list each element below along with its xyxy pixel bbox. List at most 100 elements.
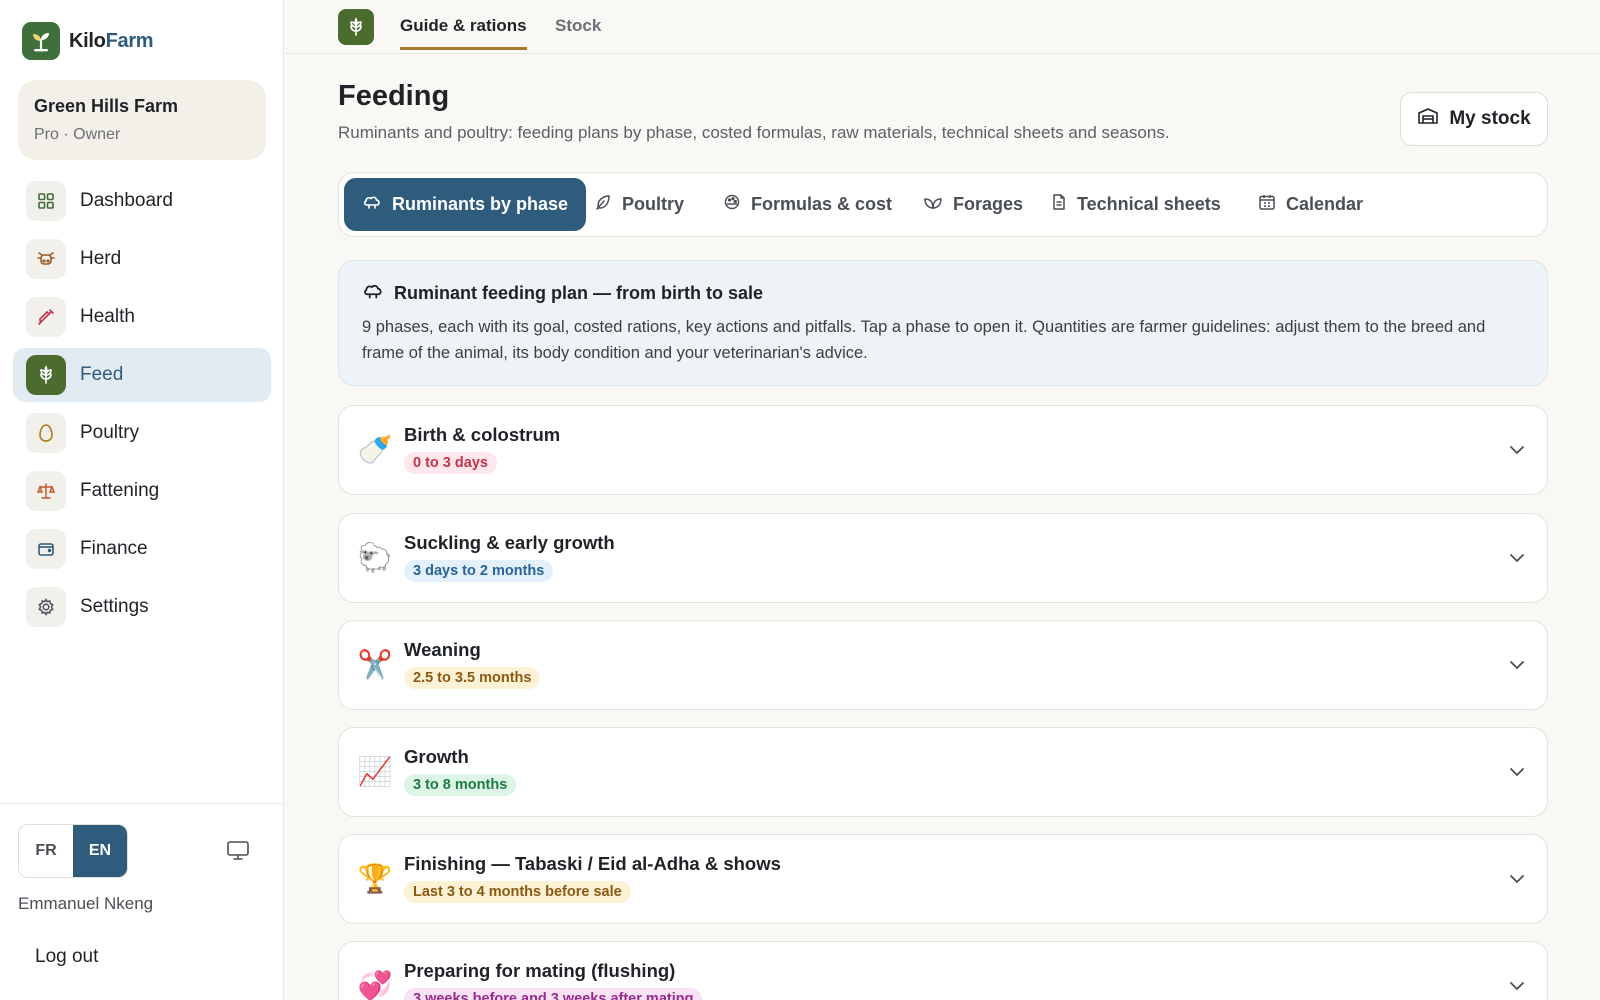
egg-icon xyxy=(26,413,66,453)
topbar: Guide & rations Stock xyxy=(285,0,1600,54)
subtab-formulas-cost[interactable]: Formulas & cost xyxy=(705,178,910,231)
phase-badge: 3 weeks before and 3 weeks after mating xyxy=(404,988,703,1000)
subtab-label: Ruminants by phase xyxy=(392,194,569,214)
page-subtitle: Ruminants and poultry: feeding plans by … xyxy=(338,123,1170,142)
language-toggle: FR EN xyxy=(18,824,128,878)
sprout-logo-icon xyxy=(22,22,60,60)
chevron-down-icon xyxy=(1510,661,1524,670)
subtab-poultry[interactable]: Poultry xyxy=(576,178,702,231)
chevron-down-icon xyxy=(1510,554,1524,563)
subtab-ruminants-by-phase[interactable]: Ruminants by phase xyxy=(344,178,587,231)
sidebar-item-label: Fattening xyxy=(80,480,160,501)
subtab-label: Calendar xyxy=(1286,194,1364,214)
my-stock-label: My stock xyxy=(1449,108,1531,129)
cow-icon xyxy=(26,239,66,279)
page-title: Feeding xyxy=(338,80,450,112)
grid-icon xyxy=(26,181,66,221)
wallet-icon xyxy=(26,529,66,569)
calendar-icon xyxy=(1258,193,1276,216)
tab-stock[interactable]: Stock xyxy=(555,16,601,47)
feeding-subtabs: Ruminants by phase Poultry Formulas & co… xyxy=(338,172,1548,237)
phase-title: Suckling & early growth xyxy=(404,532,615,553)
sidebar-item-label: Dashboard xyxy=(80,190,173,211)
trophy-icon: 🏆 xyxy=(357,863,393,894)
lang-en-button[interactable]: EN xyxy=(73,825,127,877)
phase-title: Weaning xyxy=(404,639,481,660)
farm-name: Green Hills Farm xyxy=(34,96,179,116)
sidebar-item-dashboard[interactable]: Dashboard xyxy=(13,174,271,228)
chart-up-icon: 📈 xyxy=(357,756,393,787)
feather-icon xyxy=(594,193,612,216)
chevron-down-icon xyxy=(1510,982,1524,991)
sidebar-item-settings[interactable]: Settings xyxy=(13,580,271,634)
monitor-icon[interactable] xyxy=(226,840,252,862)
brand[interactable]: KiloFarm xyxy=(22,22,154,60)
phase-title: Preparing for mating (flushing) xyxy=(404,960,676,981)
cloud-icon xyxy=(362,193,382,216)
warehouse-icon xyxy=(1417,107,1439,131)
phase-badge: Last 3 to 4 months before sale xyxy=(404,881,631,903)
chevron-down-icon xyxy=(1510,446,1524,455)
leaf-icon xyxy=(923,193,943,216)
farm-selector[interactable]: Green Hills Farm Pro · Owner xyxy=(18,80,266,160)
syringe-icon xyxy=(26,297,66,337)
cloud-icon xyxy=(362,281,384,306)
info-text: 9 phases, each with its goal, costed rat… xyxy=(362,318,1486,362)
ruminant-plan-info: Ruminant feeding plan — from birth to sa… xyxy=(338,260,1548,386)
phase-badge: 3 days to 2 months xyxy=(404,560,554,582)
subtab-forages[interactable]: Forages xyxy=(905,178,1041,231)
sidebar-item-poultry[interactable]: Poultry xyxy=(13,406,271,460)
phase-title: Birth & colostrum xyxy=(404,424,561,445)
info-title: Ruminant feeding plan — from birth to sa… xyxy=(362,281,1524,306)
phase-badge: 2.5 to 3.5 months xyxy=(404,667,541,689)
subtab-calendar[interactable]: Calendar xyxy=(1240,178,1381,231)
phase-card-flushing[interactable]: 💞 Preparing for mating (flushing) 3 week… xyxy=(338,941,1548,1000)
subtab-technical-sheets[interactable]: Technical sheets xyxy=(1033,178,1239,231)
sheep-icon: 🐑 xyxy=(357,542,393,573)
user-name: Emmanuel Nkeng xyxy=(18,894,154,913)
sidebar-item-fattening[interactable]: Fattening xyxy=(13,464,271,518)
chevron-down-icon xyxy=(1510,875,1524,884)
logout-button[interactable]: Log out xyxy=(35,946,98,968)
info-title-text: Ruminant feeding plan — from birth to sa… xyxy=(394,283,764,303)
phase-card-finishing[interactable]: 🏆 Finishing — Tabaski / Eid al-Adha & sh… xyxy=(338,834,1548,924)
subtab-label: Formulas & cost xyxy=(751,194,893,214)
gear-icon xyxy=(26,587,66,627)
subtab-label: Poultry xyxy=(622,194,685,214)
subtab-label: Forages xyxy=(953,194,1024,214)
hearts-icon: 💞 xyxy=(357,970,393,1000)
phase-card-weaning[interactable]: ✂️ Weaning 2.5 to 3.5 months xyxy=(338,620,1548,710)
sidebar-item-health[interactable]: Health xyxy=(13,290,271,344)
phase-card-suckling[interactable]: 🐑 Suckling & early growth 3 days to 2 mo… xyxy=(338,513,1548,603)
chevron-down-icon xyxy=(1510,768,1524,777)
sidebar-item-label: Poultry xyxy=(80,422,140,443)
sidebar-nav: Dashboard Herd Health Feed Poultry Fatte… xyxy=(13,174,271,638)
sidebar-item-label: Feed xyxy=(80,364,124,385)
my-stock-button[interactable]: My stock xyxy=(1400,92,1548,146)
scissors-icon: ✂️ xyxy=(357,649,393,680)
sidebar-item-finance[interactable]: Finance xyxy=(13,522,271,576)
sidebar-footer: FR EN Emmanuel Nkeng Log out xyxy=(0,803,284,1000)
phase-badge: 3 to 8 months xyxy=(404,774,517,796)
scale-icon xyxy=(26,471,66,511)
palette-icon xyxy=(723,193,741,216)
phase-card-birth-colostrum[interactable]: 🍼 Birth & colostrum 0 to 3 days xyxy=(338,405,1548,495)
sidebar-item-label: Health xyxy=(80,306,135,327)
lang-fr-button[interactable]: FR xyxy=(19,825,73,877)
phase-title: Finishing — Tabaski / Eid al-Adha & show… xyxy=(404,853,781,874)
baby-bottle-icon: 🍼 xyxy=(357,434,393,465)
wheat-icon xyxy=(26,355,66,395)
sidebar-item-feed[interactable]: Feed xyxy=(13,348,271,402)
tab-guide-rations[interactable]: Guide & rations xyxy=(400,16,527,50)
document-icon xyxy=(1051,193,1067,216)
sidebar-item-label: Settings xyxy=(80,596,149,617)
wheat-icon xyxy=(338,9,374,45)
sidebar-item-label: Finance xyxy=(80,538,148,559)
sidebar-item-herd[interactable]: Herd xyxy=(13,232,271,286)
sidebar-item-label: Herd xyxy=(80,248,122,269)
sidebar: KiloFarm Green Hills Farm Pro · Owner Da… xyxy=(0,0,284,1000)
brand-name: KiloFarm xyxy=(69,29,154,52)
phase-card-growth[interactable]: 📈 Growth 3 to 8 months xyxy=(338,727,1548,817)
phase-badge: 0 to 3 days xyxy=(404,452,497,474)
phase-title: Growth xyxy=(404,746,469,767)
